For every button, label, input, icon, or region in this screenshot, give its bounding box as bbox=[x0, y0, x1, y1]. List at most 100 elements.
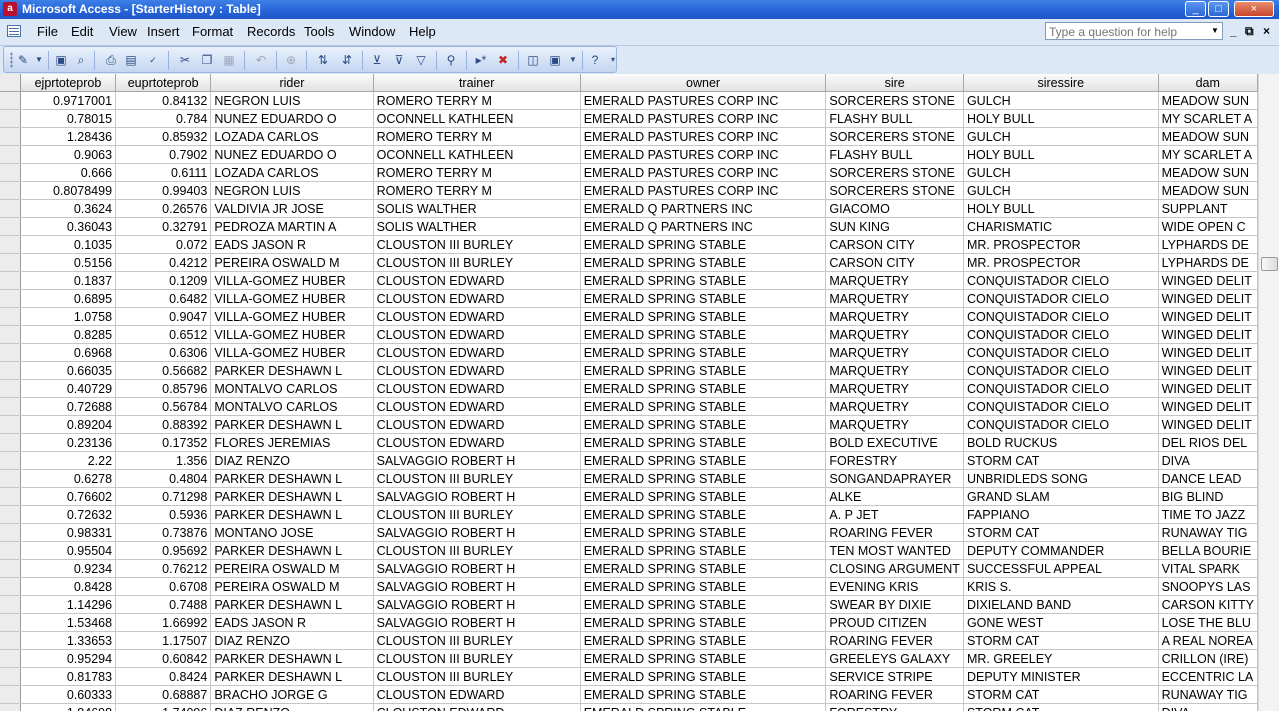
cell-trainer[interactable]: CLOUSTON III BURLEY bbox=[373, 667, 581, 686]
cell-ejprtoteprob[interactable]: 0.72688 bbox=[20, 397, 117, 416]
cell-sire[interactable]: A. P JET bbox=[825, 505, 964, 524]
cell-euprtoteprob[interactable]: 0.26576 bbox=[115, 199, 212, 218]
record-selector[interactable] bbox=[0, 181, 21, 200]
cell-rider[interactable]: MONTALVO CARLOS bbox=[210, 379, 374, 398]
cell-ejprtoteprob[interactable]: 0.98331 bbox=[20, 523, 117, 542]
cell-dam[interactable]: LOSE THE BLU bbox=[1158, 613, 1258, 632]
table-row[interactable]: 0.72632 0.5936 PARKER DESHAWN L CLOUSTON II… bbox=[0, 505, 1258, 524]
cell-siressire[interactable]: HOLY BULL bbox=[963, 145, 1159, 164]
cell-ejprtoteprob[interactable]: 0.95294 bbox=[20, 649, 117, 668]
table-row[interactable]: 0.81783 0.8424 PARKER DESHAWN L CLOUSTON II… bbox=[0, 667, 1258, 686]
maximize-button[interactable]: □ bbox=[1208, 1, 1229, 17]
cell-euprtoteprob[interactable]: 0.9047 bbox=[115, 307, 212, 326]
cell-dam[interactable]: WINGED DELIT bbox=[1158, 379, 1258, 398]
cell-sire[interactable]: SORCERERS STONE bbox=[825, 127, 964, 146]
table-row[interactable]: 1.0758 0.9047 VILLA-GOMEZ HUBER CLOUSTON ED… bbox=[0, 307, 1258, 326]
spelling-icon[interactable]: ✓ bbox=[144, 51, 162, 69]
database-window-icon[interactable]: ◫ bbox=[524, 51, 542, 69]
cell-siressire[interactable]: CONQUISTADOR CIELO bbox=[963, 289, 1159, 308]
record-selector[interactable] bbox=[0, 145, 21, 164]
cell-euprtoteprob[interactable]: 0.1209 bbox=[115, 271, 212, 290]
cell-dam[interactable]: VITAL SPARK bbox=[1158, 559, 1258, 578]
cell-euprtoteprob[interactable]: 0.6306 bbox=[115, 343, 212, 362]
cell-owner[interactable]: EMERALD SPRING STABLE bbox=[580, 505, 827, 524]
cell-euprtoteprob[interactable]: 0.072 bbox=[115, 235, 212, 254]
table-row[interactable]: 0.89204 0.88392 PARKER DESHAWN L CLOUSTON E… bbox=[0, 415, 1258, 434]
toolbar-grip[interactable] bbox=[10, 52, 13, 68]
cell-trainer[interactable]: CLOUSTON III BURLEY bbox=[373, 631, 581, 650]
record-selector[interactable] bbox=[0, 631, 21, 650]
cell-sire[interactable]: SERVICE STRIPE bbox=[825, 667, 964, 686]
cell-sire[interactable]: MARQUETRY bbox=[825, 361, 964, 380]
record-selector[interactable] bbox=[0, 667, 21, 686]
cell-dam[interactable]: WINGED DELIT bbox=[1158, 415, 1258, 434]
delete-record-icon[interactable]: ✖ bbox=[494, 51, 512, 69]
cell-rider[interactable]: NEGRON LUIS bbox=[210, 181, 374, 200]
cell-owner[interactable]: EMERALD SPRING STABLE bbox=[580, 631, 827, 650]
cell-dam[interactable]: MEADOW SUN bbox=[1158, 163, 1258, 182]
cell-dam[interactable]: DIVA bbox=[1158, 703, 1258, 711]
cell-owner[interactable]: EMERALD SPRING STABLE bbox=[580, 307, 827, 326]
record-selector[interactable] bbox=[0, 541, 21, 560]
menu-window[interactable]: Window bbox=[349, 24, 395, 39]
cell-trainer[interactable]: CLOUSTON III BURLEY bbox=[373, 541, 581, 560]
record-selector[interactable] bbox=[0, 307, 21, 326]
cell-dam[interactable]: BIG BLIND bbox=[1158, 487, 1258, 506]
cell-rider[interactable]: PARKER DESHAWN L bbox=[210, 505, 374, 524]
scrollbar-thumb[interactable] bbox=[1261, 257, 1278, 271]
cell-siressire[interactable]: DEPUTY MINISTER bbox=[963, 667, 1159, 686]
table-row[interactable]: 1.14296 0.7488 PARKER DESHAWN L SALVAGGIO R… bbox=[0, 595, 1258, 614]
cell-owner[interactable]: EMERALD PASTURES CORP INC bbox=[580, 145, 827, 164]
cell-euprtoteprob[interactable]: 1.17507 bbox=[115, 631, 212, 650]
record-selector[interactable] bbox=[0, 685, 21, 704]
cell-trainer[interactable]: CLOUSTON EDWARD bbox=[373, 271, 581, 290]
cell-ejprtoteprob[interactable]: 0.6895 bbox=[20, 289, 117, 308]
cell-sire[interactable]: SORCERERS STONE bbox=[825, 181, 964, 200]
menu-tools[interactable]: Tools bbox=[304, 24, 334, 39]
cell-dam[interactable]: SNOOPYS LAS bbox=[1158, 577, 1258, 596]
cell-trainer[interactable]: CLOUSTON EDWARD bbox=[373, 325, 581, 344]
cell-dam[interactable]: WINGED DELIT bbox=[1158, 325, 1258, 344]
cell-sire[interactable]: PROUD CITIZEN bbox=[825, 613, 964, 632]
cell-trainer[interactable]: CLOUSTON III BURLEY bbox=[373, 235, 581, 254]
cell-dam[interactable]: DIVA bbox=[1158, 451, 1258, 470]
cell-owner[interactable]: EMERALD SPRING STABLE bbox=[580, 577, 827, 596]
cell-owner[interactable]: EMERALD SPRING STABLE bbox=[580, 541, 827, 560]
cell-ejprtoteprob[interactable]: 1.14296 bbox=[20, 595, 117, 614]
new-object-icon[interactable]: ▣ bbox=[546, 51, 564, 69]
cell-rider[interactable]: VALDIVIA JR JOSE bbox=[210, 199, 374, 218]
cell-ejprtoteprob[interactable]: 0.40729 bbox=[20, 379, 117, 398]
cell-owner[interactable]: EMERALD SPRING STABLE bbox=[580, 289, 827, 308]
cell-trainer[interactable]: CLOUSTON EDWARD bbox=[373, 433, 581, 452]
view-dropdown-icon[interactable]: ▼ bbox=[30, 51, 48, 69]
cell-owner[interactable]: EMERALD SPRING STABLE bbox=[580, 559, 827, 578]
menu-help[interactable]: Help bbox=[409, 24, 436, 39]
cell-dam[interactable]: SUPPLANT bbox=[1158, 199, 1258, 218]
cell-dam[interactable]: CRILLON (IRE) bbox=[1158, 649, 1258, 668]
cell-siressire[interactable]: CONQUISTADOR CIELO bbox=[963, 343, 1159, 362]
cell-euprtoteprob[interactable]: 0.32791 bbox=[115, 217, 212, 236]
cell-euprtoteprob[interactable]: 1.66992 bbox=[115, 613, 212, 632]
cell-sire[interactable]: FORESTRY bbox=[825, 451, 964, 470]
cell-trainer[interactable]: SALVAGGIO ROBERT H bbox=[373, 577, 581, 596]
cell-rider[interactable]: PARKER DESHAWN L bbox=[210, 667, 374, 686]
cell-siressire[interactable]: GULCH bbox=[963, 127, 1159, 146]
cell-rider[interactable]: PARKER DESHAWN L bbox=[210, 649, 374, 668]
cell-rider[interactable]: PEREIRA OSWALD M bbox=[210, 559, 374, 578]
table-row[interactable]: 0.98331 0.73876 MONTANO JOSE SALVAGGIO ROBE… bbox=[0, 523, 1258, 542]
help-icon[interactable]: ? bbox=[586, 51, 604, 69]
cell-dam[interactable]: WINGED DELIT bbox=[1158, 307, 1258, 326]
cell-euprtoteprob[interactable]: 0.85932 bbox=[115, 127, 212, 146]
cell-dam[interactable]: DEL RIOS DEL bbox=[1158, 433, 1258, 452]
cell-trainer[interactable]: SALVAGGIO ROBERT H bbox=[373, 595, 581, 614]
new-object-dropdown-icon[interactable]: ▼ bbox=[564, 51, 582, 69]
cell-euprtoteprob[interactable]: 0.6482 bbox=[115, 289, 212, 308]
cell-ejprtoteprob[interactable]: 1.33653 bbox=[20, 631, 117, 650]
menu-records[interactable]: Records bbox=[247, 24, 295, 39]
cell-siressire[interactable]: DEPUTY COMMANDER bbox=[963, 541, 1159, 560]
cell-sire[interactable]: GIACOMO bbox=[825, 199, 964, 218]
cell-siressire[interactable]: BOLD RUCKUS bbox=[963, 433, 1159, 452]
cell-dam[interactable]: WINGED DELIT bbox=[1158, 289, 1258, 308]
cell-ejprtoteprob[interactable]: 0.89204 bbox=[20, 415, 117, 434]
cell-euprtoteprob[interactable]: 0.95692 bbox=[115, 541, 212, 560]
